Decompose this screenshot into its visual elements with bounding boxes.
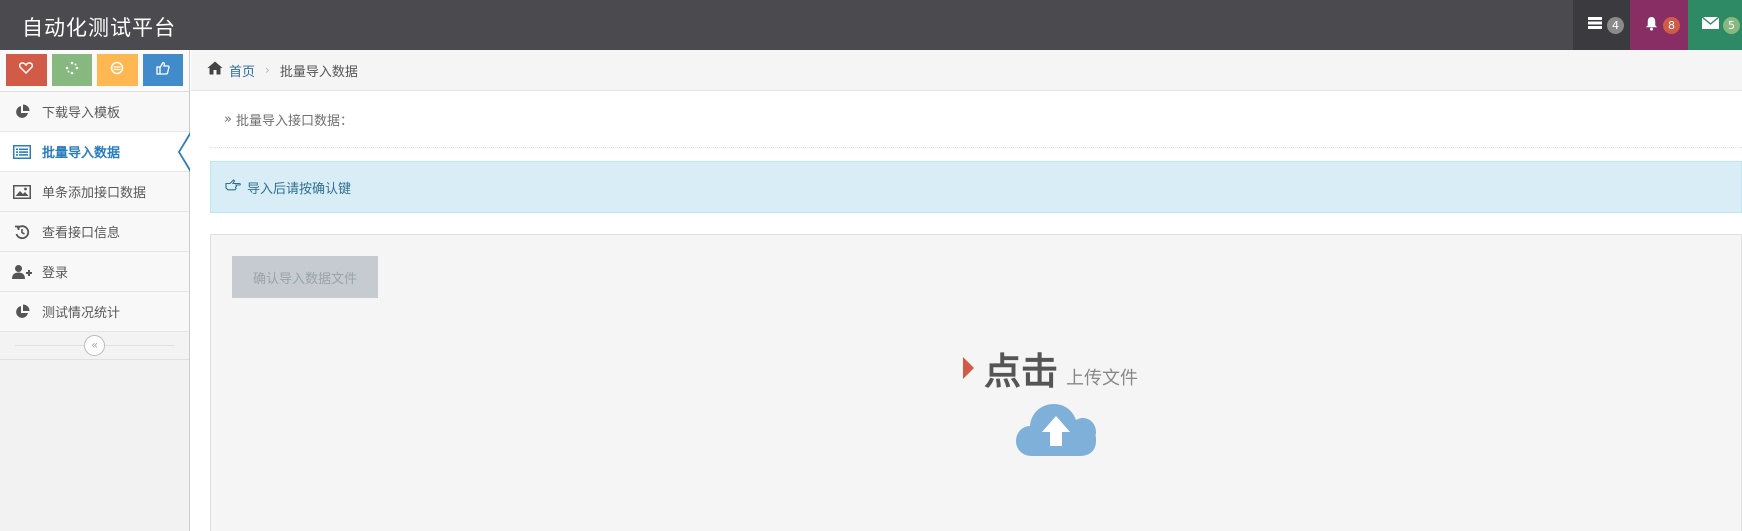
bell-icon xyxy=(1644,16,1659,35)
envelope-icon xyxy=(1701,16,1720,33)
pie-chart-icon xyxy=(12,103,32,121)
info-alert: 导入后请按确认键 xyxy=(210,161,1742,213)
tasks-icon xyxy=(1587,16,1603,34)
spinner-icon xyxy=(65,61,79,79)
sidebar-item-download-template[interactable]: 下载导入模板 xyxy=(0,92,189,132)
sidebar-collapse-button[interactable]: « xyxy=(84,335,105,356)
hand-right-icon xyxy=(225,179,241,195)
thumbs-up-icon xyxy=(156,61,170,79)
shortcut-heart-button[interactable] xyxy=(6,54,47,86)
caret-right-icon xyxy=(963,357,974,379)
confirm-import-button[interactable]: 确认导入数据文件 xyxy=(232,256,378,298)
breadcrumb-separator: › xyxy=(265,63,270,77)
sidebar-item-label: 批量导入数据 xyxy=(42,146,121,161)
alert-text: 导入后请按确认键 xyxy=(247,181,352,197)
sidebar-collapse-row: « xyxy=(0,332,189,360)
page-header: » 批量导入接口数据： xyxy=(210,91,1742,148)
active-indicator-arrow xyxy=(178,132,191,172)
sidebar-item-batch-import[interactable]: 批量导入数据 xyxy=(0,132,191,172)
breadcrumb-current: 批量导入数据 xyxy=(279,64,358,80)
sidebar-item-label: 下载导入模板 xyxy=(42,106,121,121)
sidebar-shortcuts xyxy=(0,50,189,92)
page-header-prefix: » xyxy=(224,111,232,127)
brand-title[interactable]: 自动化测试平台 xyxy=(22,12,176,42)
messages-badge: 5 xyxy=(1723,16,1740,34)
top-navbar: 自动化测试平台 4 8 5 xyxy=(0,0,1742,50)
messages-button[interactable]: 5 xyxy=(1688,0,1742,50)
sidebar-item-login[interactable]: 登录 xyxy=(0,252,189,292)
cloud-upload-icon[interactable] xyxy=(1016,396,1096,462)
list-alt-icon xyxy=(12,143,32,161)
double-angle-left-icon: « xyxy=(90,338,99,352)
user-plus-icon xyxy=(12,263,32,281)
heart-icon xyxy=(19,62,34,78)
history-icon xyxy=(12,223,32,241)
circle-icon xyxy=(110,61,124,79)
upload-title: 点击 上传文件 xyxy=(963,341,1138,395)
shortcut-spinner-button[interactable] xyxy=(51,54,92,86)
tasks-badge: 4 xyxy=(1607,16,1624,34)
pie-chart-icon xyxy=(12,303,32,321)
sidebar-item-label: 查看接口信息 xyxy=(42,226,121,241)
home-icon xyxy=(207,61,223,79)
sidebar-item-view-interface[interactable]: 查看接口信息 xyxy=(0,212,189,252)
sidebar-item-label: 单条添加接口数据 xyxy=(42,186,147,201)
upload-dropzone[interactable]: 确认导入数据文件 点击 上传文件 xyxy=(210,234,1742,531)
page-title: 批量导入接口数据： xyxy=(235,113,353,129)
picture-icon xyxy=(12,183,32,201)
sidebar-item-label: 登录 xyxy=(42,266,69,281)
shortcut-circle-button[interactable] xyxy=(97,54,138,86)
sidebar-item-add-single[interactable]: 单条添加接口数据 xyxy=(0,172,189,212)
sidebar: 下载导入模板 批量导入数据 单条添加接口数据 查看接口信息 登录 测试情况统计 xyxy=(0,50,191,531)
sidebar-item-label: 测试情况统计 xyxy=(42,306,121,321)
tasks-button[interactable]: 4 xyxy=(1573,0,1630,50)
notifications-button[interactable]: 8 xyxy=(1630,0,1688,50)
upload-title-bold: 点击 xyxy=(984,350,1058,393)
upload-title-sub: 上传文件 xyxy=(1066,368,1138,389)
shortcut-thumbs-up-button[interactable] xyxy=(142,54,183,86)
breadcrumb-home-link[interactable]: 首页 xyxy=(229,61,255,80)
breadcrumb: 首页 › 批量导入数据 xyxy=(191,50,1742,91)
notifications-badge: 8 xyxy=(1663,16,1680,34)
sidebar-item-test-statistics[interactable]: 测试情况统计 xyxy=(0,292,189,332)
